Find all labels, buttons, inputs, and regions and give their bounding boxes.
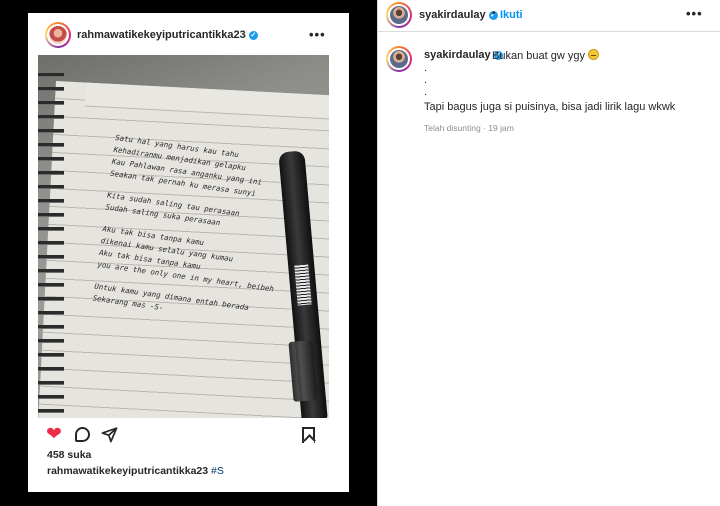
post-image[interactable]: Satu hal yang harus kau tahu Kehadiranmu … bbox=[38, 55, 329, 418]
separator-dot: • bbox=[492, 8, 496, 19]
verified-icon: ✓ bbox=[248, 31, 258, 40]
caption-username[interactable]: rahmawatikekeyiputricantikka23 bbox=[47, 465, 208, 477]
pen-grip bbox=[288, 340, 318, 402]
post-actions: ❤ bbox=[46, 425, 336, 447]
post-author-name[interactable]: rahmawatikekeyiputricantikka23 bbox=[77, 29, 246, 41]
follow-button[interactable]: Ikuti bbox=[500, 9, 523, 21]
comment-username-text[interactable]: syakirdaulay bbox=[424, 49, 491, 61]
comment-panel-header: syakirdaulay ✓ • Ikuti ••• bbox=[378, 0, 720, 32]
post-frame: rahmawatikekeyiputricantikka23 ✓ ••• Satu… bbox=[0, 0, 377, 506]
bookmark-icon[interactable] bbox=[302, 427, 315, 443]
notebook-spiral bbox=[38, 65, 64, 418]
heart-icon[interactable]: ❤ bbox=[46, 425, 62, 444]
avatar[interactable] bbox=[386, 2, 412, 28]
panel-divider bbox=[377, 0, 378, 506]
comment-text-first-label: Bukan buat gw ygy bbox=[492, 50, 585, 62]
like-count[interactable]: 458 suka bbox=[47, 449, 91, 461]
post-card: rahmawatikekeyiputricantikka23 ✓ ••• Satu… bbox=[28, 13, 349, 492]
post-caption: rahmawatikekeyiputricantikka23 #S bbox=[47, 465, 224, 477]
notebook-header-row bbox=[84, 82, 329, 122]
avatar[interactable] bbox=[45, 22, 71, 48]
comment-dot: . bbox=[424, 86, 428, 98]
post-header: rahmawatikekeyiputricantikka23 ✓ ••• bbox=[28, 13, 349, 55]
more-options-icon[interactable]: ••• bbox=[686, 6, 703, 21]
comment-icon[interactable] bbox=[75, 427, 90, 442]
comment-dot: . bbox=[424, 62, 428, 74]
caption-hashtag[interactable]: #S bbox=[211, 465, 224, 477]
header-username-text[interactable]: syakirdaulay bbox=[419, 9, 486, 21]
share-icon[interactable] bbox=[101, 426, 118, 448]
post-author[interactable]: rahmawatikekeyiputricantikka23 ✓ bbox=[77, 29, 258, 41]
comment-text-first: Bukan buat gw ygy bbox=[492, 49, 599, 62]
expressionless-emoji-icon bbox=[587, 49, 599, 60]
more-options-icon[interactable]: ••• bbox=[309, 27, 326, 42]
avatar[interactable] bbox=[386, 46, 412, 72]
header-username[interactable]: syakirdaulay ✓ bbox=[419, 9, 498, 21]
comment-dot: . bbox=[424, 74, 428, 86]
comment-meta: Telah disunting · 19 jam bbox=[424, 123, 514, 133]
comment-text-last: Tapi bagus juga si puisinya, bisa jadi l… bbox=[424, 101, 676, 113]
comment-username[interactable]: syakirdaulay ✓ bbox=[424, 49, 503, 61]
